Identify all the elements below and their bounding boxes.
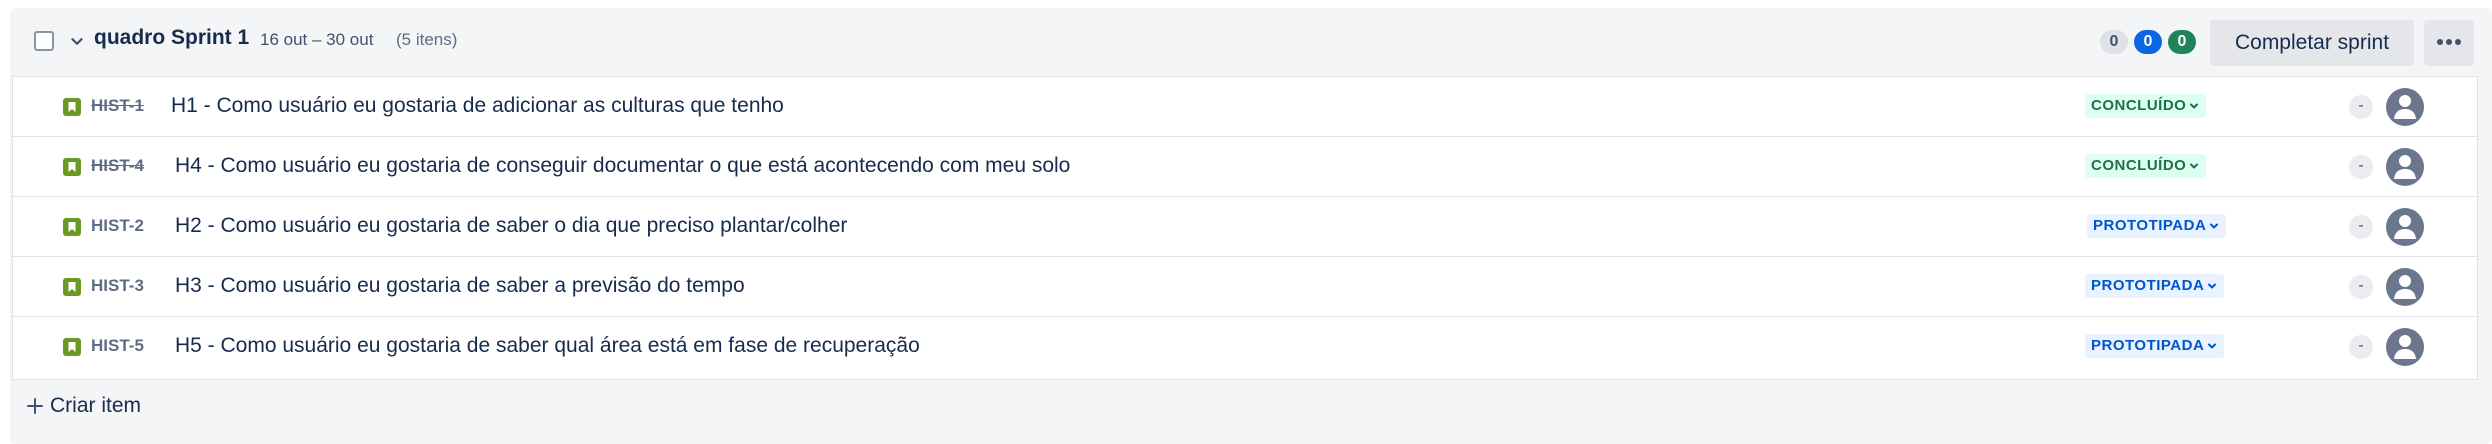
user-avatar-icon[interactable] <box>2385 207 2425 247</box>
sprint-header: quadro Sprint 1 16 out – 30 out (5 itens… <box>10 8 2492 76</box>
status-dropdown[interactable]: CONCLUÍDO <box>2085 94 2207 118</box>
chevron-down-icon <box>2190 103 2199 109</box>
chevron-down-icon <box>2190 163 2199 169</box>
status-dropdown[interactable]: PROTOTIPADA <box>2087 214 2227 238</box>
issue-summary[interactable]: H3 - Como usuário eu gostaria de saber a… <box>175 274 745 298</box>
story-point-estimate[interactable]: - <box>2349 155 2373 179</box>
user-avatar-icon[interactable] <box>2385 267 2425 307</box>
story-point-estimate[interactable]: - <box>2349 275 2373 299</box>
user-avatar-icon[interactable] <box>2385 147 2425 187</box>
issue-key[interactable]: HIST-3 <box>91 276 144 296</box>
chevron-down-icon <box>2208 283 2217 289</box>
issue-row[interactable]: HIST-3 H3 - Como usuário eu gostaria de … <box>13 257 2477 317</box>
sprint-dates: 16 out – 30 out <box>260 30 374 49</box>
sprint-select-checkbox[interactable] <box>34 31 54 51</box>
create-item-label: Criar item <box>50 394 142 417</box>
issue-row[interactable]: HIST-4 H4 - Como usuário eu gostaria de … <box>13 137 2477 197</box>
story-bookmark-icon <box>63 218 81 236</box>
chevron-down-icon <box>2210 223 2219 229</box>
issue-row[interactable]: HIST-2 H2 - Como usuário eu gostaria de … <box>13 197 2477 257</box>
chevron-down-icon <box>2208 343 2217 349</box>
create-item-button[interactable]: Criar item <box>26 394 141 430</box>
sprint-container: quadro Sprint 1 16 out – 30 out (5 itens… <box>10 8 2492 444</box>
issue-row[interactable]: HIST-1 H1 - Como usuário eu gostaria de … <box>13 77 2477 137</box>
issue-list: HIST-1 H1 - Como usuário eu gostaria de … <box>12 76 2478 380</box>
in-progress-count-badge: 0 <box>2134 30 2162 54</box>
todo-count-badge: 0 <box>2100 30 2128 54</box>
status-label: PROTOTIPADA <box>2091 337 2205 354</box>
status-label: CONCLUÍDO <box>2091 157 2187 174</box>
issue-key[interactable]: HIST-2 <box>91 216 144 236</box>
status-label: CONCLUÍDO <box>2091 97 2187 114</box>
done-count-badge: 0 <box>2168 30 2196 54</box>
story-point-estimate[interactable]: - <box>2349 215 2373 239</box>
issue-summary[interactable]: H5 - Como usuário eu gostaria de saber q… <box>175 334 920 358</box>
chevron-down-icon[interactable] <box>66 30 88 52</box>
status-label: PROTOTIPADA <box>2093 217 2207 234</box>
more-horizontal-icon <box>2437 39 2461 45</box>
story-point-estimate[interactable]: - <box>2349 335 2373 359</box>
story-point-estimate[interactable]: - <box>2349 95 2373 119</box>
issue-key[interactable]: HIST-5 <box>91 336 144 356</box>
issue-summary[interactable]: H4 - Como usuário eu gostaria de consegu… <box>175 154 1070 178</box>
user-avatar-icon[interactable] <box>2385 327 2425 367</box>
sprint-title[interactable]: quadro Sprint 1 <box>94 26 249 50</box>
issue-key[interactable]: HIST-1 <box>91 96 144 116</box>
status-dropdown[interactable]: PROTOTIPADA <box>2085 274 2225 298</box>
story-bookmark-icon <box>63 98 81 116</box>
issue-row[interactable]: HIST-5 H5 - Como usuário eu gostaria de … <box>13 317 2477 377</box>
story-bookmark-icon <box>63 278 81 296</box>
status-dropdown[interactable]: CONCLUÍDO <box>2085 154 2207 178</box>
sprint-issue-count: (5 itens) <box>396 30 458 49</box>
status-dropdown[interactable]: PROTOTIPADA <box>2085 334 2225 358</box>
issue-summary[interactable]: H1 - Como usuário eu gostaria de adicion… <box>171 94 784 118</box>
story-bookmark-icon <box>63 338 81 356</box>
plus-icon <box>27 398 43 414</box>
status-label: PROTOTIPADA <box>2091 277 2205 294</box>
user-avatar-icon[interactable] <box>2385 87 2425 127</box>
more-actions-button[interactable] <box>2424 20 2474 66</box>
story-bookmark-icon <box>63 158 81 176</box>
issue-key[interactable]: HIST-4 <box>91 156 144 176</box>
issue-summary[interactable]: H2 - Como usuário eu gostaria de saber o… <box>175 214 847 238</box>
complete-sprint-button[interactable]: Completar sprint <box>2210 20 2414 66</box>
